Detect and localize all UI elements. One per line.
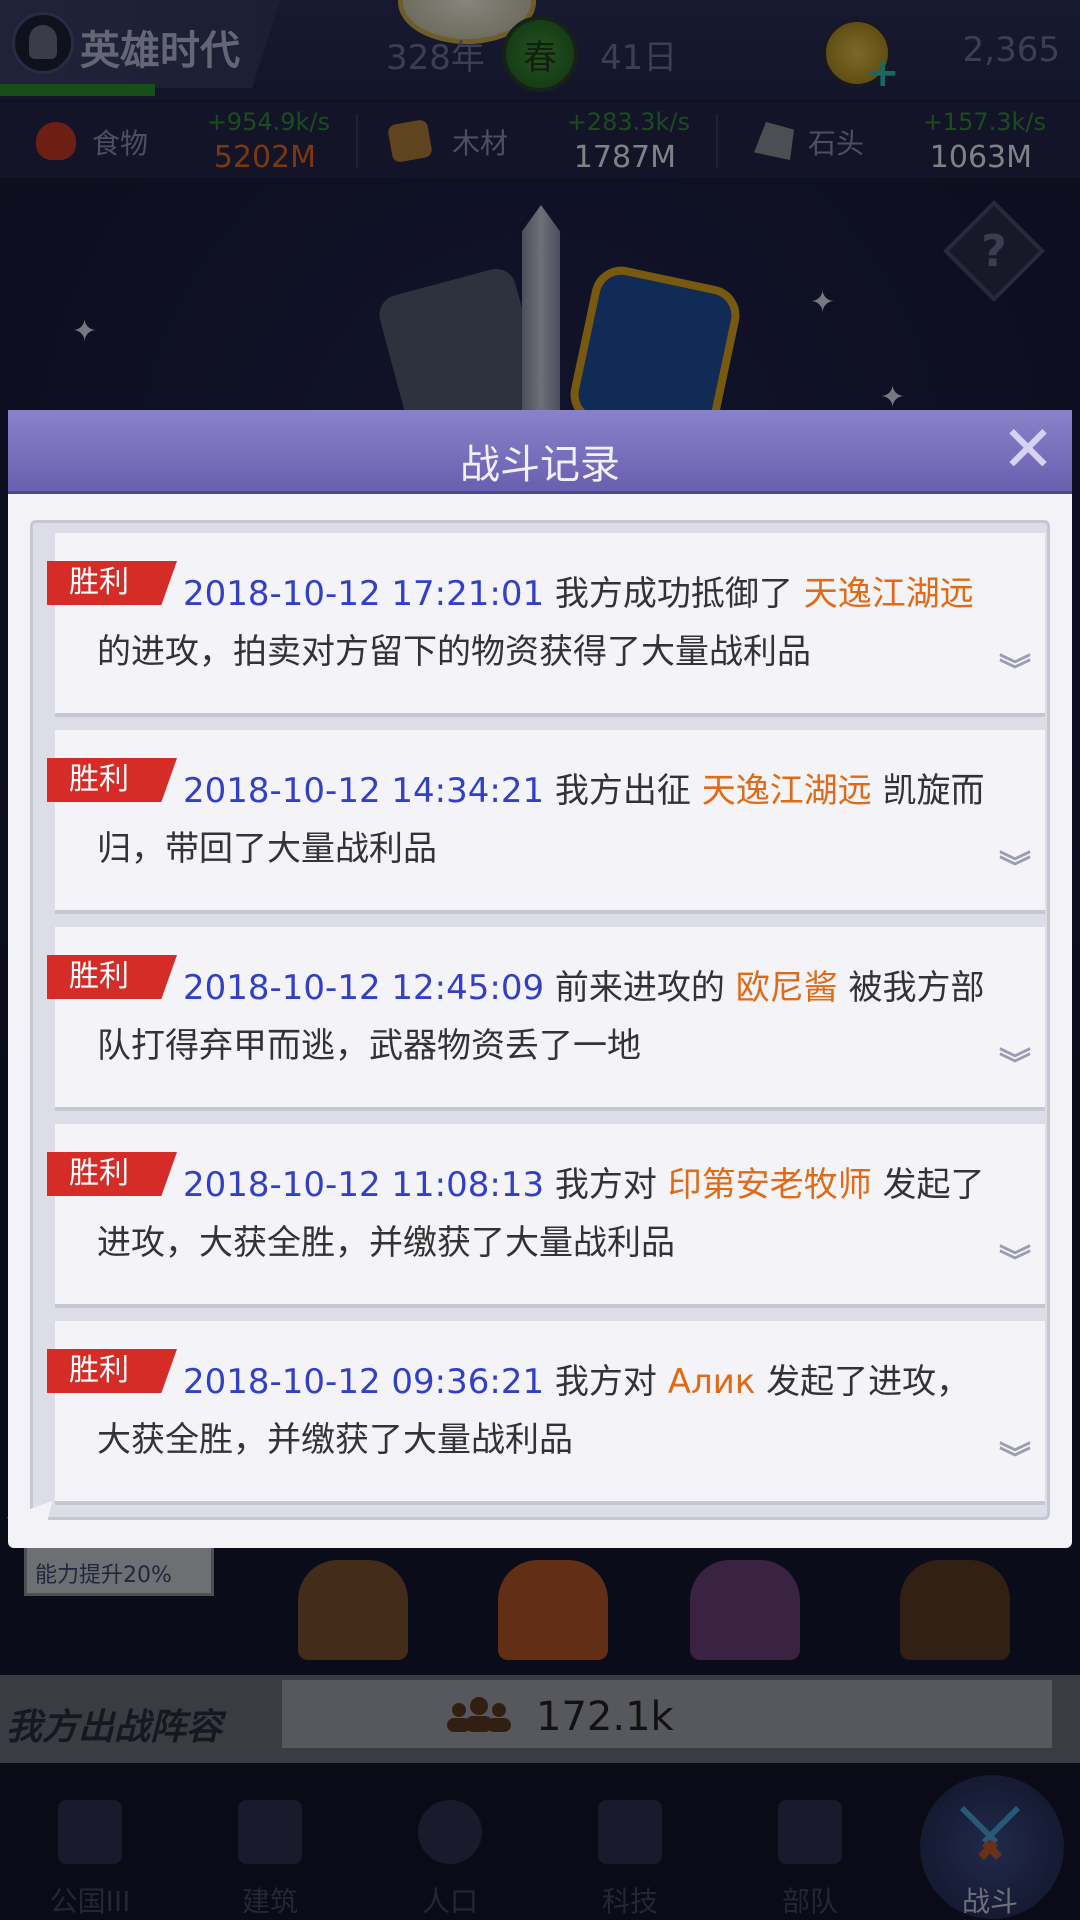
modal-title: 战斗记录 bbox=[460, 442, 620, 488]
expand-chevron-icon[interactable]: ︾ bbox=[997, 654, 1033, 697]
entry-text-before: 我方对 bbox=[544, 1165, 668, 1205]
entry-text-before: 前来进攻的 bbox=[544, 968, 736, 1008]
battle-log-entry[interactable]: 胜利 2018-10-12 09:36:21 我方对 Алик 发起了进攻，大获… bbox=[47, 1321, 1045, 1505]
battle-log-entry[interactable]: 胜利 2018-10-12 12:45:09 前来进攻的 欧尼酱 被我方部队打得… bbox=[47, 927, 1045, 1111]
player-name[interactable]: Алик bbox=[668, 1362, 756, 1402]
player-name[interactable]: 天逸江湖远 bbox=[804, 574, 974, 614]
entry-text: 2018-10-12 12:45:09 前来进攻的 欧尼酱 被我方部队打得弃甲而… bbox=[97, 959, 997, 1075]
entry-timestamp: 2018-10-12 14:34:21 bbox=[183, 771, 545, 811]
battle-log-list[interactable]: 胜利 2018-10-12 17:21:01 我方成功抵御了 天逸江湖远的进攻，… bbox=[30, 520, 1050, 1520]
entry-text-before: 我方出征 bbox=[544, 771, 702, 811]
entry-text: 2018-10-12 17:21:01 我方成功抵御了 天逸江湖远的进攻，拍卖对… bbox=[97, 565, 997, 681]
player-name[interactable]: 天逸江湖远 bbox=[702, 771, 872, 811]
entry-text: 2018-10-12 09:36:21 我方对 Алик 发起了进攻，大获全胜，… bbox=[97, 1353, 997, 1469]
modal-header: 战斗记录 ✕ bbox=[8, 410, 1072, 494]
expand-chevron-icon[interactable]: ︾ bbox=[997, 1048, 1033, 1091]
entry-text-before: 我方成功抵御了 bbox=[544, 574, 804, 614]
expand-chevron-icon[interactable]: ︾ bbox=[997, 851, 1033, 894]
entry-timestamp: 2018-10-12 09:36:21 bbox=[183, 1362, 545, 1402]
expand-chevron-icon[interactable]: ︾ bbox=[997, 1245, 1033, 1288]
battle-log-entry[interactable]: 胜利 2018-10-12 11:08:13 我方对 印第安老牧师 发起了进攻，… bbox=[47, 1124, 1045, 1308]
expand-chevron-icon[interactable]: ︾ bbox=[997, 1442, 1033, 1485]
battle-log-entry[interactable]: 胜利 2018-10-12 17:21:01 我方成功抵御了 天逸江湖远的进攻，… bbox=[47, 533, 1045, 717]
battle-log-entry[interactable]: 胜利 2018-10-12 14:34:21 我方出征 天逸江湖远 凯旋而归，带… bbox=[47, 730, 1045, 914]
entry-text-after: 的进攻，拍卖对方留下的物资获得了大量战利品 bbox=[97, 632, 811, 672]
entry-timestamp: 2018-10-12 11:08:13 bbox=[183, 1165, 545, 1205]
close-icon[interactable]: ✕ bbox=[998, 418, 1058, 482]
entry-text-before: 我方对 bbox=[544, 1362, 668, 1402]
battle-log-modal: 战斗记录 ✕ 胜利 2018-10-12 17:21:01 我方成功抵御了 天逸… bbox=[8, 410, 1072, 1548]
entry-text: 2018-10-12 14:34:21 我方出征 天逸江湖远 凯旋而归，带回了大… bbox=[97, 762, 997, 878]
player-name[interactable]: 欧尼酱 bbox=[736, 968, 838, 1008]
entry-timestamp: 2018-10-12 17:21:01 bbox=[183, 574, 545, 614]
entry-timestamp: 2018-10-12 12:45:09 bbox=[183, 968, 545, 1008]
player-name[interactable]: 印第安老牧师 bbox=[668, 1165, 872, 1205]
entry-text: 2018-10-12 11:08:13 我方对 印第安老牧师 发起了进攻，大获全… bbox=[97, 1156, 997, 1272]
